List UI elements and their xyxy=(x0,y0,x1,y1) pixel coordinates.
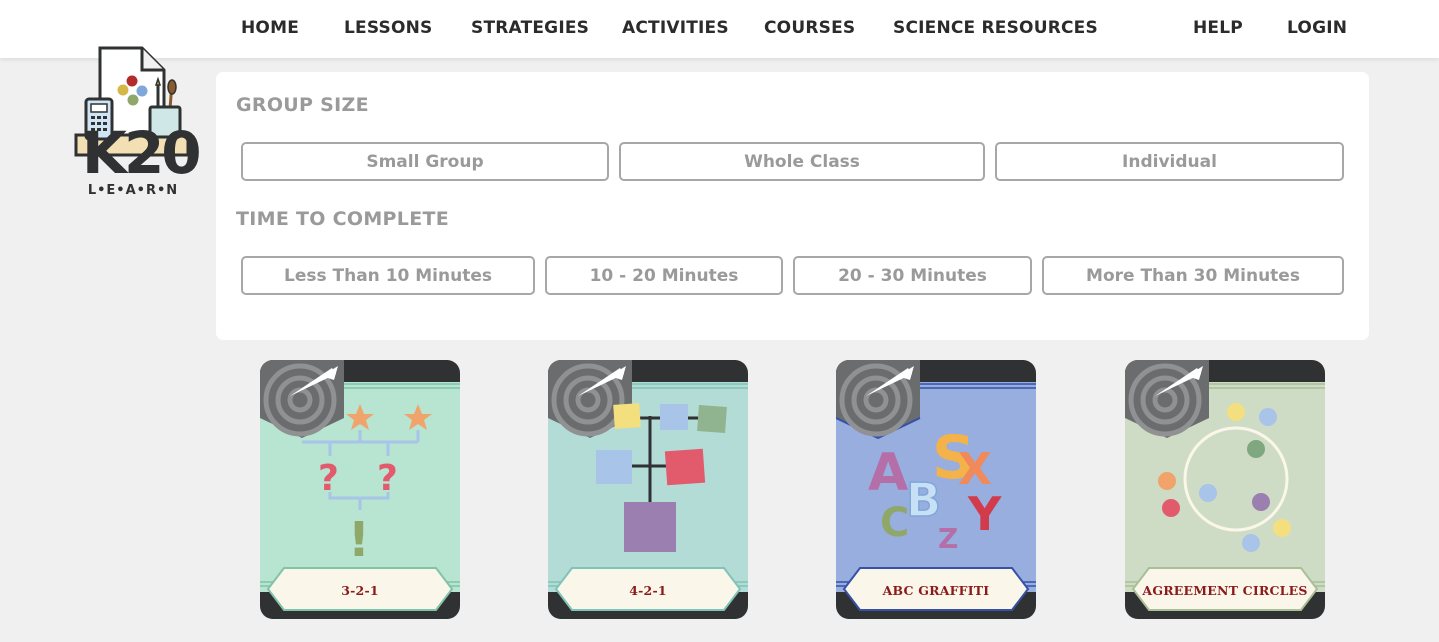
logo-wordmark: K20 xyxy=(82,119,202,187)
strategy-card-abc-graffiti[interactable]: A S X B C Z Y ABC GRAFFITI xyxy=(836,360,1036,619)
filter-more-than-30-button[interactable]: More Than 30 Minutes xyxy=(1042,256,1344,295)
svg-text:B: B xyxy=(906,473,941,527)
card-title: ABC GRAFFITI xyxy=(882,582,990,598)
top-navigation-bar: HOME LESSONS STRATEGIES ACTIVITIES COURS… xyxy=(0,0,1439,58)
group-size-heading: GROUP SIZE xyxy=(236,94,369,116)
nav-courses-link[interactable]: COURSES xyxy=(764,18,855,38)
svg-text:Z: Z xyxy=(938,522,958,555)
filter-10-20-button[interactable]: 10 - 20 Minutes xyxy=(545,256,783,295)
strategy-card-4-2-1[interactable]: 4-2-1 xyxy=(548,360,748,619)
card-title: 3-2-1 xyxy=(341,582,379,598)
card-title: 4-2-1 xyxy=(629,582,667,598)
strategy-card-3-2-1[interactable]: ?? ! 3-2-1 xyxy=(260,360,460,619)
svg-text:Y: Y xyxy=(967,487,1002,541)
nav-lessons-link[interactable]: LESSONS xyxy=(344,18,433,38)
svg-text:?: ? xyxy=(318,458,339,499)
nav-help-link[interactable]: HELP xyxy=(1193,18,1243,38)
time-to-complete-heading: TIME TO COMPLETE xyxy=(236,208,450,230)
svg-text:C: C xyxy=(880,500,909,546)
filter-individual-button[interactable]: Individual xyxy=(995,142,1344,181)
nav-home-link[interactable]: HOME xyxy=(241,18,299,38)
filter-less-than-10-button[interactable]: Less Than 10 Minutes xyxy=(241,256,535,295)
card-title: AGREEMENT CIRCLES xyxy=(1142,582,1308,598)
nav-science-resources-link[interactable]: SCIENCE RESOURCES xyxy=(893,18,1098,38)
svg-text:A: A xyxy=(868,443,908,503)
nav-strategies-link[interactable]: STRATEGIES xyxy=(471,18,589,38)
svg-text:?: ? xyxy=(377,458,398,499)
filter-panel: GROUP SIZE Small Group Whole Class Indiv… xyxy=(216,72,1369,340)
filter-20-30-button[interactable]: 20 - 30 Minutes xyxy=(793,256,1032,295)
nav-activities-link[interactable]: ACTIVITIES xyxy=(622,18,729,38)
svg-text:!: ! xyxy=(348,512,370,568)
filter-whole-class-button[interactable]: Whole Class xyxy=(619,142,985,181)
nav-login-link[interactable]: LOGIN xyxy=(1287,18,1347,38)
strategy-card-agreement-circles[interactable]: AGREEMENT CIRCLES xyxy=(1125,360,1325,619)
filter-small-group-button[interactable]: Small Group xyxy=(241,142,609,181)
logo-tagline: L•E•A•R•N xyxy=(87,183,179,198)
